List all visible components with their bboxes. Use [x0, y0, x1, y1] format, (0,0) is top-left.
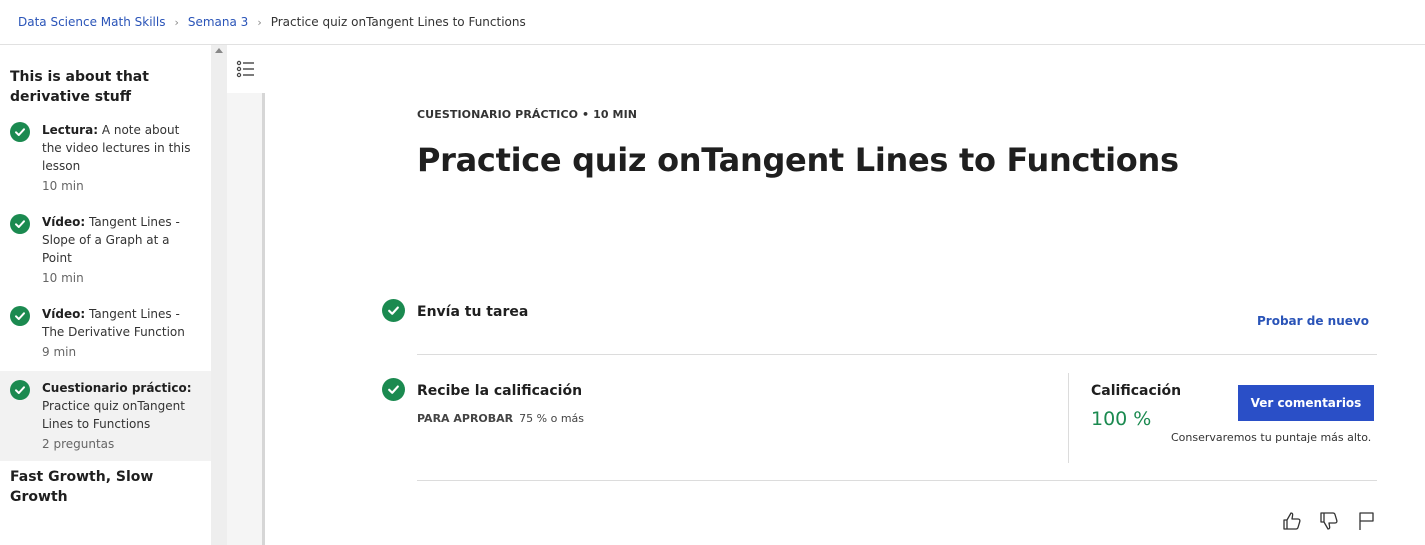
item-kicker: CUESTIONARIO PRÁCTICO • 10 MIN: [417, 108, 638, 121]
sidebar-item-type: Cuestionario práctico:: [42, 381, 192, 395]
sidebar-item-label: Practice quiz onTangent Lines to Functio…: [42, 399, 185, 431]
sidebar-item-meta: 10 min: [42, 179, 84, 193]
flag-icon[interactable]: [1354, 509, 1378, 533]
sidebar-item-video-derivative[interactable]: Vídeo: Tangent Lines - The Derivative Fu…: [0, 305, 211, 361]
pass-requirement: PARA APROBAR 75 % o más: [417, 412, 584, 425]
sidebar-section-title: This is about that derivative stuff: [10, 69, 149, 105]
check-icon: [10, 122, 30, 142]
chevron-right-icon: ›: [174, 15, 179, 29]
toc-rail: [227, 45, 265, 545]
check-icon: [382, 378, 405, 401]
check-icon: [10, 214, 30, 234]
submit-step-title: Envía tu tarea: [417, 304, 529, 320]
pass-value: 75 % o más: [519, 412, 585, 425]
pass-label: PARA APROBAR: [417, 412, 514, 425]
divider-vertical: [1068, 373, 1069, 463]
sidebar-item-video-slope[interactable]: Vídeo: Tangent Lines - Slope of a Graph …: [0, 213, 211, 287]
grade-step-title: Recibe la calificación: [417, 383, 583, 399]
grade-note: Conservaremos tu puntaje más alto.: [1171, 431, 1372, 444]
thumbs-up-icon[interactable]: [1280, 509, 1304, 533]
sidebar-item-quiz[interactable]: Cuestionario práctico: Practice quiz onT…: [0, 371, 211, 461]
main-content: CUESTIONARIO PRÁCTICO • 10 MIN Practice …: [265, 45, 1425, 545]
breadcrumb-course-link[interactable]: Data Science Math Skills: [18, 15, 165, 29]
sidebar-item-meta: 10 min: [42, 271, 84, 285]
check-icon: [10, 306, 30, 326]
sidebar-item-meta: 9 min: [42, 345, 77, 359]
sidebar-item-lectura[interactable]: Lectura: A note about the video lectures…: [0, 121, 211, 195]
breadcrumb-current: Practice quiz onTangent Lines to Functio…: [270, 15, 526, 29]
sidebar-item-type: Lectura:: [42, 123, 98, 137]
grade-label: Calificación: [1091, 383, 1182, 399]
toc-toggle-button[interactable]: [227, 45, 265, 93]
sidebar-scrollbar[interactable]: [211, 45, 227, 545]
grade-value: 100 %: [1091, 408, 1152, 430]
check-icon: [382, 299, 405, 322]
check-icon: [10, 380, 30, 400]
retry-link[interactable]: Probar de nuevo: [1257, 314, 1369, 328]
breadcrumb-week-link[interactable]: Semana 3: [188, 15, 248, 29]
view-feedback-button[interactable]: Ver comentarios: [1238, 385, 1374, 421]
thumbs-down-icon[interactable]: [1317, 509, 1341, 533]
scroll-up-arrow-icon[interactable]: [215, 48, 223, 53]
divider: [417, 480, 1377, 481]
divider: [417, 354, 1377, 355]
breadcrumb: Data Science Math Skills › Semana 3 › Pr…: [0, 0, 1425, 45]
sidebar-item-type: Vídeo:: [42, 215, 86, 229]
list-toc-icon: [236, 60, 254, 78]
sidebar-next-section-title[interactable]: Fast Growth, Slow Growth: [0, 461, 211, 507]
chevron-right-icon: ›: [257, 15, 262, 29]
sidebar-item-meta: 2 preguntas: [42, 437, 115, 451]
page-title: Practice quiz onTangent Lines to Functio…: [417, 141, 1179, 179]
sidebar: This is about that derivative stuff Lect…: [0, 45, 211, 545]
sidebar-item-type: Vídeo:: [42, 307, 86, 321]
